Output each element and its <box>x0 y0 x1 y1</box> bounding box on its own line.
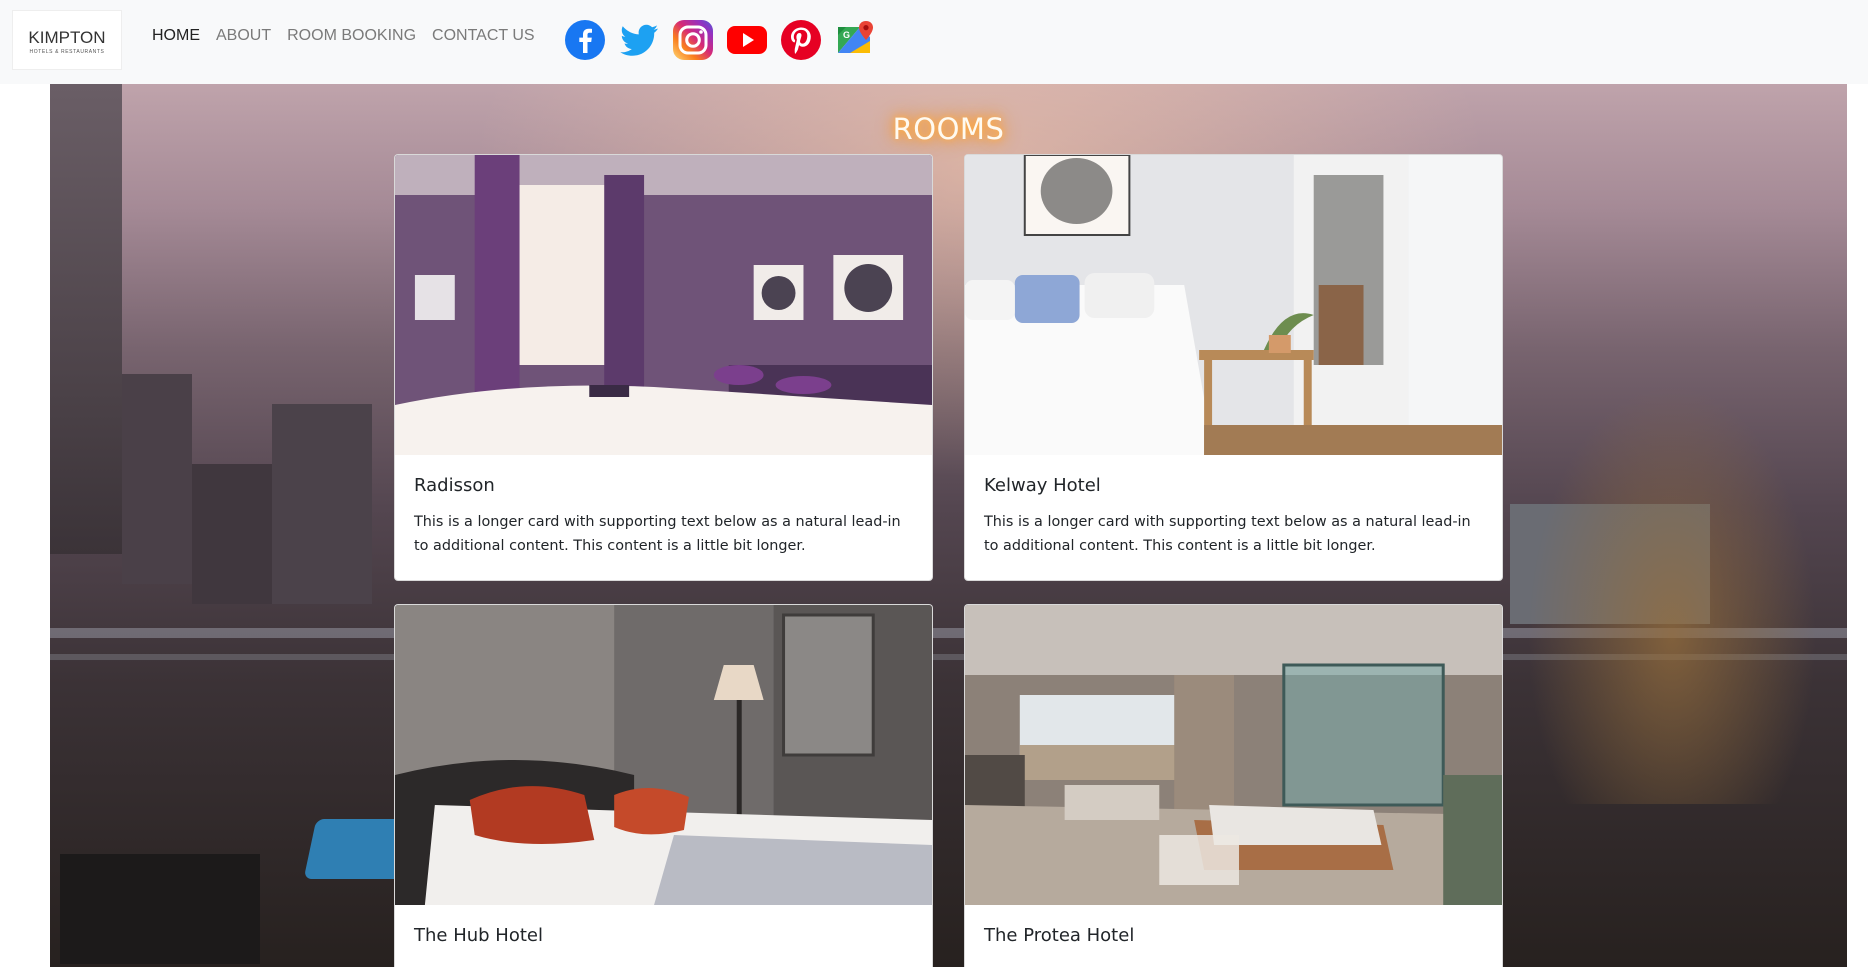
room-card[interactable]: Radisson This is a longer card with supp… <box>394 154 933 581</box>
nav-link-home[interactable]: HOME <box>152 27 200 45</box>
facebook-icon[interactable] <box>564 19 606 61</box>
card-body: The Protea Hotel <box>965 905 1502 967</box>
background-plant <box>1527 384 1817 804</box>
brand-tagline: HOTELS & RESTAURANTS <box>29 49 105 55</box>
nav-link-about[interactable]: ABOUT <box>216 27 271 45</box>
rooms-hero: ROOMS Radisson This is a longer card wit… <box>50 84 1847 967</box>
room-image[interactable] <box>965 155 1502 455</box>
card-body: Kelway Hotel This is a longer card with … <box>965 455 1502 580</box>
card-title: Kelway Hotel <box>984 475 1101 496</box>
room-image[interactable] <box>395 155 932 455</box>
nav-link-contact-us[interactable]: CONTACT US <box>432 27 535 45</box>
card-body: Radisson This is a longer card with supp… <box>395 455 932 580</box>
nav-menu: HOME ABOUT ROOM BOOKING CONTACT US <box>152 27 535 45</box>
social-links: G <box>564 19 876 61</box>
background-building <box>192 464 272 604</box>
section-title: ROOMS <box>892 112 1005 146</box>
background-building <box>272 404 372 604</box>
card-text: This is a longer card with supporting te… <box>984 514 1471 554</box>
navbar: KIMPTON HOTELS & RESTAURANTS HOME ABOUT … <box>0 0 1868 84</box>
twitter-icon[interactable] <box>618 19 660 61</box>
youtube-icon[interactable] <box>726 19 768 61</box>
card-text: This is a longer card with supporting te… <box>414 514 901 554</box>
google-maps-icon[interactable]: G <box>834 19 876 61</box>
background-chair <box>60 854 260 964</box>
background-tower <box>50 84 122 554</box>
background-building <box>122 374 192 584</box>
instagram-icon[interactable] <box>672 19 714 61</box>
card-title: The Hub Hotel <box>414 925 543 946</box>
svg-text:G: G <box>843 30 850 40</box>
card-title: Radisson <box>414 475 495 496</box>
brand-logo[interactable]: KIMPTON HOTELS & RESTAURANTS <box>12 10 122 70</box>
brand-name: KIMPTON <box>28 28 106 47</box>
room-card[interactable]: The Protea Hotel <box>964 604 1503 967</box>
card-body: The Hub Hotel <box>395 905 932 967</box>
room-image[interactable] <box>395 605 932 905</box>
card-title: The Protea Hotel <box>984 925 1135 946</box>
pinterest-icon[interactable] <box>780 19 822 61</box>
room-image[interactable] <box>965 605 1502 905</box>
room-card[interactable]: The Hub Hotel <box>394 604 933 967</box>
room-card[interactable]: Kelway Hotel This is a longer card with … <box>964 154 1503 581</box>
nav-link-room-booking[interactable]: ROOM BOOKING <box>287 27 416 45</box>
